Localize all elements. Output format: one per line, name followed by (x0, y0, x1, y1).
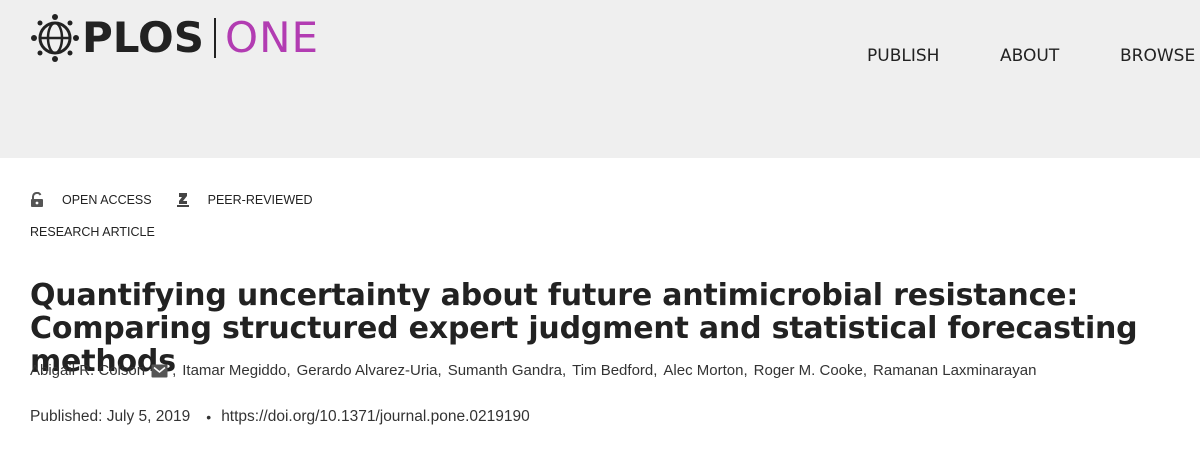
peer-reviewed-badge[interactable]: PEER-REVIEWED (176, 192, 313, 208)
author-name[interactable]: Roger M. Cooke (754, 362, 863, 379)
author-name[interactable]: Itamar Megiddo (182, 362, 286, 379)
author-name[interactable]: Alec Morton (663, 362, 743, 379)
bullet-separator: • (206, 409, 212, 425)
nav-browse[interactable]: BROWSE (1120, 46, 1195, 66)
author-name[interactable]: Abigail R. Colson (30, 362, 145, 379)
site-header: PLOS ONE PUBLISH ABOUT BROWSE (0, 0, 1200, 158)
author-name[interactable]: Ramanan Laxminarayan (873, 362, 1036, 379)
doi-link[interactable]: https://doi.org/10.1371/journal.pone.021… (221, 408, 530, 426)
peer-reviewed-label: PEER-REVIEWED (207, 193, 313, 207)
author-separator: , (561, 362, 567, 379)
plos-one-logo[interactable]: PLOS ONE (30, 10, 319, 66)
logo-divider (214, 18, 217, 58)
author-separator: , (437, 362, 442, 379)
open-access-label: OPEN ACCESS (62, 193, 152, 207)
author-separator: , (653, 362, 658, 379)
open-access-badge[interactable]: OPEN ACCESS (30, 192, 152, 208)
publication-info: Published: July 5, 2019 • https://doi.or… (30, 408, 530, 426)
nav-about[interactable]: ABOUT (1000, 46, 1059, 66)
unlock-icon (31, 192, 43, 207)
author-name[interactable]: Tim Bedford (572, 362, 653, 379)
author-list: Abigail R. Colson , Itamar Megiddo, Gera… (30, 362, 1036, 379)
peer-reviewed-icon (176, 193, 189, 207)
author-name[interactable]: Sumanth Gandra (448, 362, 562, 379)
published-date: Published: July 5, 2019 (30, 408, 191, 425)
author-separator: , (172, 362, 177, 379)
author-separator: , (862, 362, 868, 379)
article-type: RESEARCH ARTICLE (30, 225, 155, 239)
mail-icon[interactable] (151, 364, 168, 378)
author-separator: , (286, 362, 291, 379)
author-separator: , (743, 362, 748, 379)
logo-one-text: ONE (225, 13, 320, 62)
article-badges: OPEN ACCESS PEER-REVIEWED (30, 190, 313, 210)
plos-globe-icon (31, 14, 79, 62)
logo-plos-text: PLOS (82, 13, 205, 62)
nav-publish[interactable]: PUBLISH (867, 46, 939, 66)
author-name[interactable]: Gerardo Alvarez-Uria (297, 362, 438, 379)
